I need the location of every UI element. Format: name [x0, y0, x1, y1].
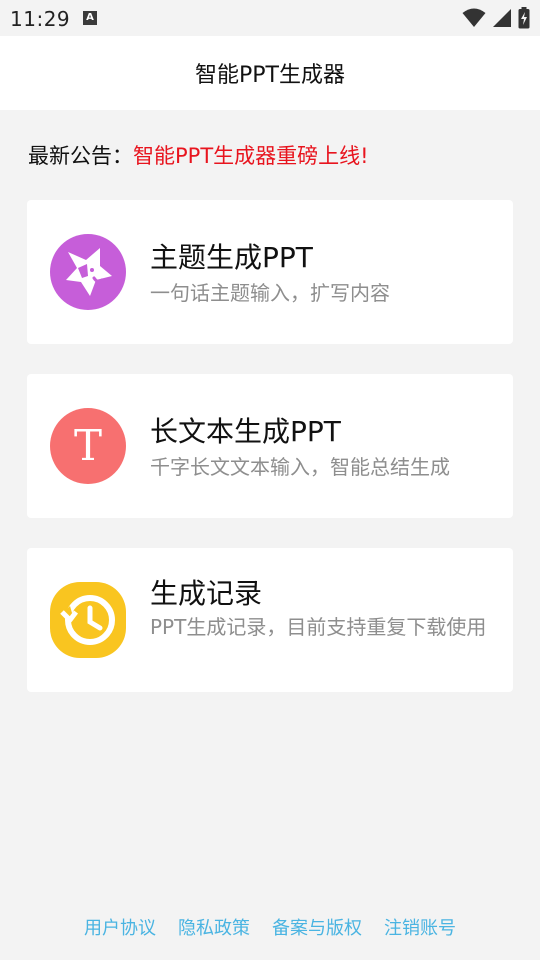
card-desc: 一句话主题输入，扩写内容	[150, 281, 390, 305]
card-generation-history[interactable]: 生成记录 PPT生成记录，目前支持重复下载使用	[27, 548, 513, 692]
announcement-text: 智能PPT生成器重磅上线!	[133, 144, 369, 168]
status-bar: 11:29 A	[0, 0, 540, 36]
card-title: 主题生成PPT	[150, 241, 313, 274]
filing-copyright-link[interactable]: 备案与版权	[272, 914, 362, 944]
signal-icon	[493, 9, 511, 27]
page-title: 智能PPT生成器	[195, 63, 345, 88]
card-desc: 千字长文文本输入，智能总结生成	[150, 455, 450, 479]
card-title: 生成记录	[150, 577, 263, 610]
card-desc: PPT生成记录，目前支持重复下载使用	[150, 615, 487, 639]
status-icons	[462, 6, 530, 30]
battery-charging-icon	[518, 7, 530, 29]
delete-account-link[interactable]: 注销账号	[384, 914, 456, 944]
announcement: 最新公告：智能PPT生成器重磅上线!	[28, 140, 518, 172]
wifi-icon	[462, 8, 486, 27]
app-header: 智能PPT生成器	[0, 36, 540, 110]
svg-text:T: T	[74, 421, 102, 470]
notification-a-icon: A	[83, 11, 97, 25]
status-time: 11:29	[10, 7, 71, 31]
announcement-label: 最新公告：	[28, 144, 133, 168]
privacy-policy-link[interactable]: 隐私政策	[178, 914, 250, 944]
card-topic-generate[interactable]: 主题生成PPT 一句话主题输入，扩写内容	[27, 200, 513, 344]
star-sticker-icon	[50, 234, 126, 310]
card-title: 长文本生成PPT	[150, 415, 341, 448]
user-agreement-link[interactable]: 用户协议	[84, 914, 156, 944]
clock-history-icon	[50, 582, 126, 658]
text-t-icon: T	[50, 408, 126, 484]
card-longtext-generate[interactable]: T 长文本生成PPT 千字长文文本输入，智能总结生成	[27, 374, 513, 518]
footer-links: 用户协议 隐私政策 备案与版权 注销账号	[0, 914, 540, 944]
